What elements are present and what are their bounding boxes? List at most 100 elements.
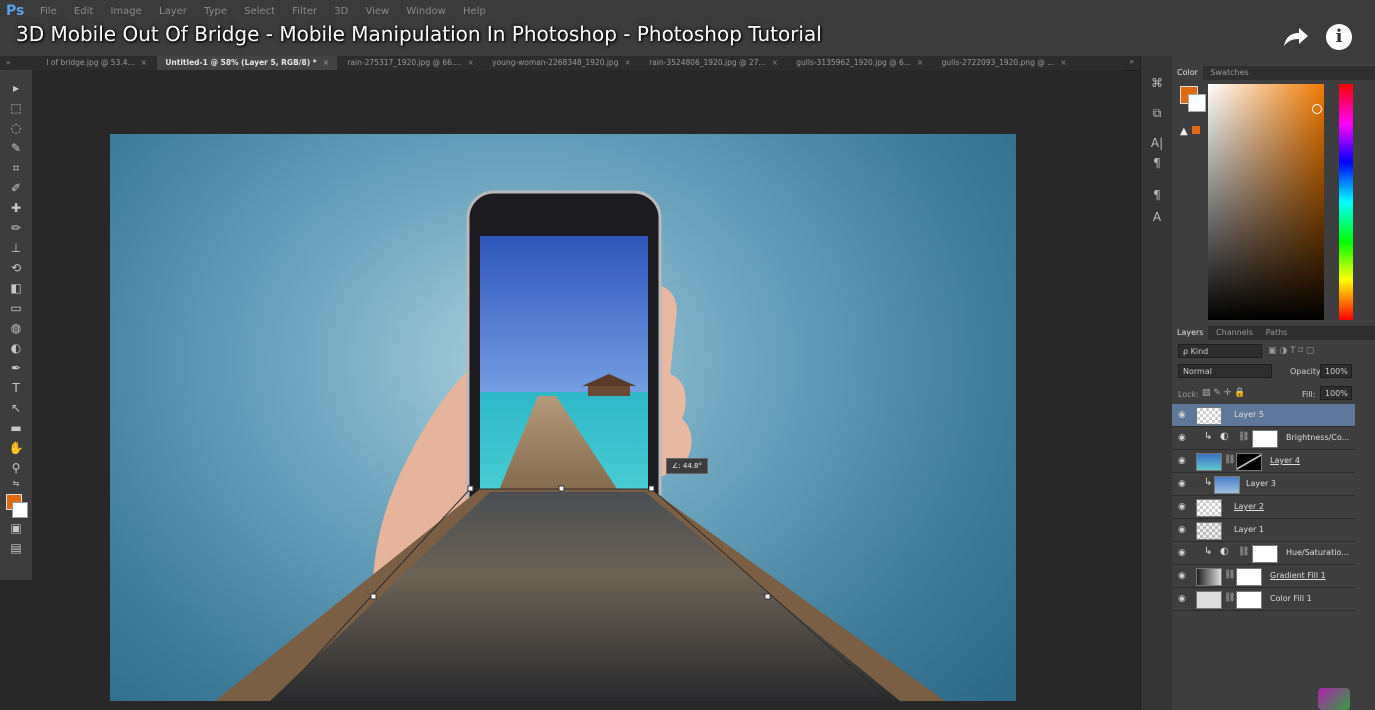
layer-row[interactable]: ◉ ↳ Layer 3	[1172, 473, 1355, 496]
quick-select-tool-icon[interactable]: ✎	[4, 140, 28, 156]
tab-document-5[interactable]: rain-3524806_1920.jpg @ 27... ×	[641, 56, 786, 70]
character-styles-icon[interactable]: A	[1147, 210, 1167, 226]
tab-layers[interactable]: Layers	[1172, 326, 1209, 340]
opacity-input[interactable]: 100%	[1320, 364, 1352, 378]
close-icon[interactable]: ×	[141, 58, 147, 67]
lock-icons[interactable]: ▨ ✎ ✛ 🔒	[1202, 388, 1245, 398]
menu-filter[interactable]: Filter	[292, 6, 317, 17]
layer-filter-kind[interactable]: ρ Kind	[1178, 344, 1262, 358]
character-panel-icon[interactable]: A|	[1147, 136, 1167, 152]
layer-row[interactable]: ◉ Layer 2	[1172, 496, 1355, 519]
panel-collapse-icon[interactable]: »	[0, 58, 36, 67]
visibility-eye-icon[interactable]: ◉	[1178, 456, 1186, 466]
close-icon[interactable]: ×	[323, 58, 329, 67]
color-field[interactable]	[1208, 84, 1324, 320]
tab-color[interactable]: Color	[1172, 66, 1203, 80]
tab-document-2[interactable]: Untitled-1 @ 58% (Layer 5, RGB/8) * ×	[157, 56, 338, 70]
tab-channels[interactable]: Channels	[1211, 326, 1258, 340]
blend-mode-select[interactable]: Normal	[1178, 364, 1272, 378]
menu-layer[interactable]: Layer	[159, 6, 187, 17]
link-chain-icon[interactable]: ⛓	[1224, 455, 1235, 465]
menu-window[interactable]: Window	[406, 6, 445, 17]
tab-document-4[interactable]: young-woman-2268348_1920.jpg ×	[484, 56, 639, 70]
shape-tool-icon[interactable]: ▬	[4, 420, 28, 436]
right-panels: Color Swatches ▲ Layers Channels Paths ρ…	[1172, 56, 1375, 710]
swap-colors-icon[interactable]: ⇆	[4, 476, 28, 492]
tab-paths[interactable]: Paths	[1261, 326, 1293, 340]
menu-view[interactable]: View	[365, 6, 389, 17]
stamp-tool-icon[interactable]: ⊥	[4, 240, 28, 256]
layer-row[interactable]: ◉ ↳ ◐ ⛓ Hue/Saturatio...	[1172, 542, 1355, 565]
visibility-eye-icon[interactable]: ◉	[1178, 433, 1186, 443]
paragraph-styles-icon[interactable]: ¶	[1147, 188, 1167, 204]
fill-input[interactable]: 100%	[1320, 386, 1352, 400]
history-brush-tool-icon[interactable]: ⟲	[4, 260, 28, 276]
info-icon[interactable]: i	[1326, 24, 1352, 50]
properties-panel-icon[interactable]: ⧉	[1147, 106, 1167, 122]
background-color-swatch[interactable]	[12, 502, 28, 518]
blur-tool-icon[interactable]: ◍	[4, 320, 28, 336]
visibility-eye-icon[interactable]: ◉	[1178, 410, 1186, 420]
close-icon[interactable]: ×	[467, 58, 473, 67]
menu-select[interactable]: Select	[244, 6, 275, 17]
link-chain-icon[interactable]: ⛓	[1224, 593, 1235, 603]
gradient-tool-icon[interactable]: ▭	[4, 300, 28, 316]
tab-document-7[interactable]: gulls-2722093_1920.png @ ... ×	[934, 56, 1075, 70]
dodge-tool-icon[interactable]: ◐	[4, 340, 28, 356]
screen-mode-icon[interactable]: ▤	[4, 540, 28, 556]
color-picker-handle[interactable]	[1312, 104, 1322, 114]
layer-row[interactable]: ◉ ⛓ Layer 4	[1172, 450, 1355, 473]
pen-tool-icon[interactable]: ✒	[4, 360, 28, 376]
more-tabs-icon[interactable]: »	[1129, 57, 1134, 66]
link-chain-icon[interactable]: ⛓	[1238, 432, 1249, 442]
hue-slider[interactable]	[1339, 84, 1353, 320]
layer-row[interactable]: ◉ ⛓ Gradient Fill 1	[1172, 565, 1355, 588]
healing-brush-tool-icon[interactable]: ✚	[4, 200, 28, 216]
menu-file[interactable]: File	[40, 6, 57, 17]
tab-swatches[interactable]: Swatches	[1205, 66, 1253, 80]
color-panel-background-swatch[interactable]	[1188, 94, 1206, 112]
close-icon[interactable]: ×	[917, 58, 923, 67]
lasso-tool-icon[interactable]: ◌	[4, 120, 28, 136]
gamut-warning-swatch[interactable]	[1192, 126, 1200, 134]
paragraph-panel-icon[interactable]: ¶	[1147, 156, 1167, 172]
menu-help[interactable]: Help	[463, 6, 486, 17]
path-select-tool-icon[interactable]: ↖	[4, 400, 28, 416]
layer-row[interactable]: ◉ ↳ ◐ ⛓ Brightness/Co...	[1172, 427, 1355, 450]
share-icon[interactable]	[1280, 22, 1310, 52]
visibility-eye-icon[interactable]: ◉	[1178, 525, 1186, 535]
type-tool-icon[interactable]: T	[4, 380, 28, 396]
eraser-tool-icon[interactable]: ◧	[4, 280, 28, 296]
visibility-eye-icon[interactable]: ◉	[1178, 479, 1186, 489]
document-canvas[interactable]: ∠: 44.8°	[110, 134, 1016, 701]
crop-tool-icon[interactable]: ⌗	[4, 160, 28, 176]
zoom-tool-icon[interactable]: ⚲	[4, 460, 28, 476]
layer-row[interactable]: ◉ Layer 5	[1172, 404, 1355, 427]
layer-row[interactable]: ◉ Layer 1	[1172, 519, 1355, 542]
menu-3d[interactable]: 3D	[334, 6, 348, 17]
visibility-eye-icon[interactable]: ◉	[1178, 548, 1186, 558]
visibility-eye-icon[interactable]: ◉	[1178, 502, 1186, 512]
brush-tool-icon[interactable]: ✏	[4, 220, 28, 236]
marquee-tool-icon[interactable]: ⬚	[4, 100, 28, 116]
layer-filter-icons[interactable]: ▣ ◑ T ⌑ ▢	[1268, 346, 1314, 356]
tab-document-6[interactable]: gulls-3135962_1920.jpg @ 6... ×	[788, 56, 931, 70]
link-chain-icon[interactable]: ⛓	[1224, 570, 1235, 580]
history-panel-icon[interactable]: ⌘	[1147, 76, 1167, 92]
tab-document-1[interactable]: l of bridge.jpg @ 53.4... ×	[38, 56, 155, 70]
menu-type[interactable]: Type	[204, 6, 227, 17]
layer-row[interactable]: ◉ ⛓ Color Fill 1	[1172, 588, 1355, 611]
menu-image[interactable]: Image	[110, 6, 141, 17]
tab-document-3[interactable]: rain-275317_1920.jpg @ 66.... ×	[339, 56, 481, 70]
close-icon[interactable]: ×	[624, 58, 630, 67]
quick-mask-icon[interactable]: ▣	[4, 520, 28, 536]
eyedropper-tool-icon[interactable]: ✐	[4, 180, 28, 196]
link-chain-icon[interactable]: ⛓	[1238, 547, 1249, 557]
close-icon[interactable]: ×	[1060, 58, 1066, 67]
move-tool-icon[interactable]: ▸	[4, 80, 28, 96]
close-icon[interactable]: ×	[772, 58, 778, 67]
visibility-eye-icon[interactable]: ◉	[1178, 594, 1186, 604]
visibility-eye-icon[interactable]: ◉	[1178, 571, 1186, 581]
menu-edit[interactable]: Edit	[74, 6, 93, 17]
hand-tool-icon[interactable]: ✋	[4, 440, 28, 456]
